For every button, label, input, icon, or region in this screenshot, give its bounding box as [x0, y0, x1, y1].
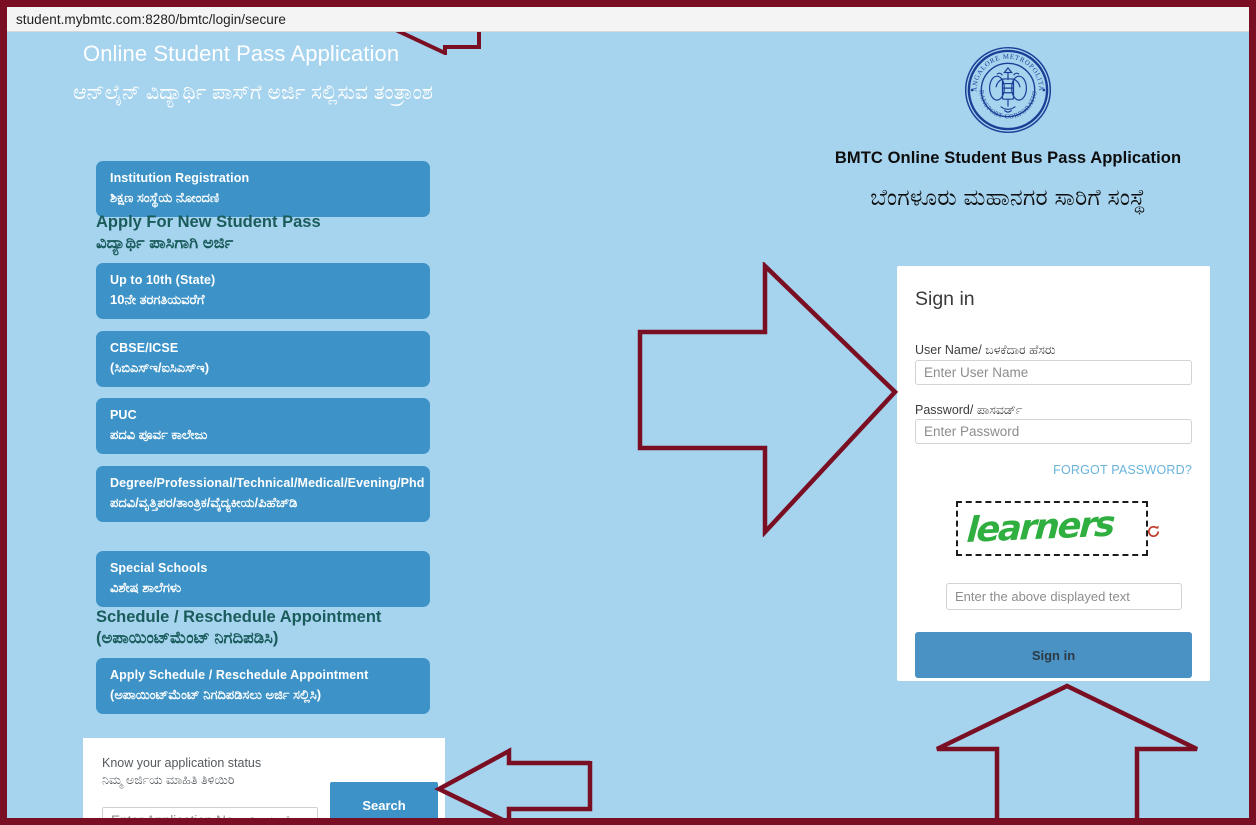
signin-submit-button[interactable]: Sign in	[915, 632, 1192, 678]
application-status-card: Know your application status ನಿಮ್ಮ ಅರ್ಜಿ…	[83, 738, 445, 818]
apply-new-pass-heading-kn: ವಿದ್ಯಾರ್ಥಿ ಪಾಸಿಗಾಗಿ ಅರ್ಜಿ	[96, 233, 234, 252]
password-input[interactable]	[915, 419, 1192, 444]
search-button[interactable]: Search	[330, 782, 438, 818]
application-number-input[interactable]	[102, 807, 318, 818]
pass-button-puc[interactable]: PUC ಪದವಿ ಪೂರ್ವ ಕಾಲೇಜು	[96, 398, 430, 455]
pass-button-cbse-icse-label-en: CBSE/ICSE	[110, 341, 179, 355]
captcha-text: learners	[965, 504, 1115, 551]
apply-schedule-appointment-button[interactable]: Apply Schedule / Reschedule Appointment …	[96, 658, 430, 715]
left-column: Online Student Pass Application ಆನ್‌ಲೈನ್…	[7, 32, 467, 818]
pass-button-cbse-icse-label-kn: (ಸಿಬಿಎಸ್‌ಇ/ಐಸಿಎಸ್‌ಇ)	[110, 359, 210, 375]
annotation-arrow-signin-card	[637, 262, 899, 537]
schedule-appointment-heading-en: Schedule / Reschedule Appointment	[96, 608, 382, 626]
signin-title: Sign in	[915, 288, 975, 310]
application-status-label-en: Know your application status	[102, 756, 262, 770]
apply-new-pass-heading: Apply For New Student Pass ವಿದ್ಯಾರ್ಥಿ ಪಾ…	[96, 212, 446, 255]
brand-title-kn: ಬೆಂಗಳೂರು ಮಹಾನಗರ ಸಾರಿಗೆ ಸಂಸ್ಥೆ	[870, 184, 1146, 210]
username-label: User Name/ ಬಳಕೆದಾರ ಹೆಸರು	[915, 343, 1056, 357]
apply-new-pass-heading-en: Apply For New Student Pass	[96, 213, 321, 231]
application-status-label: Know your application status ನಿಮ್ಮ ಅರ್ಜಿ…	[102, 755, 332, 789]
apply-schedule-appointment-label-kn: (ಅಪಾಯಿಂಟ್‌ಮೆಂಟ್ ನಿಗದಿಪಡಿಸಲು ಅರ್ಜಿ ಸಲ್ಲಿಸ…	[110, 686, 322, 702]
bmtc-seal-logo-icon: BANGALORE METROPOLITAN TRANSPORT CORPORA…	[959, 39, 1052, 134]
brand-title-en: BMTC Online Student Bus Pass Application	[834, 149, 1182, 167]
captcha-image: learners	[956, 501, 1148, 556]
refresh-icon[interactable]	[1146, 524, 1161, 539]
page-body: Online Student Pass Application ಆನ್‌ಲೈನ್…	[7, 32, 1249, 818]
schedule-appointment-heading-kn: (ಅಪಾಯಿಂಟ್‌ಮೆಂಟ್ ನಿಗದಿಪಡಿಸಿ)	[96, 628, 279, 647]
username-input[interactable]	[915, 360, 1192, 385]
pass-button-cbse-icse[interactable]: CBSE/ICSE (ಸಿಬಿಎಸ್‌ಇ/ಐಸಿಎಸ್‌ಇ)	[96, 331, 430, 388]
schedule-appointment-heading: Schedule / Reschedule Appointment (ಅಪಾಯಿ…	[96, 607, 446, 650]
pass-button-up-to-10th-label-en: Up to 10th (State)	[110, 273, 216, 287]
pass-button-degree-professional-label-kn: ಪದವಿ/ವೃತ್ತಿಪರ/ತಾಂತ್ರಿಕ/ವೈದ್ಯಕೀಯ/ಪಿಹೆಚ್‌ಡ…	[110, 494, 298, 510]
application-status-label-kn: ನಿಮ್ಮ ಅರ್ಜಿಯ ಮಾಹಿತಿ ತಿಳಿಯಿರಿ	[102, 772, 235, 787]
captcha-input[interactable]	[946, 583, 1182, 610]
institution-registration-button[interactable]: Institution Registration ಶಿಕ್ಷಣ ಸಂಸ್ಥೆಯ …	[96, 161, 430, 218]
password-label: Password/ ಪಾಸವರ್ಡ್	[915, 403, 1023, 417]
pass-button-degree-professional-label-en: Degree/Professional/Technical/Medical/Ev…	[110, 476, 425, 490]
pass-button-special-schools-label-en: Special Schools	[110, 561, 208, 575]
signin-card: Sign in User Name/ ಬಳಕೆದಾರ ಹೆಸರು Passwor…	[897, 266, 1210, 681]
brand-header: BANGALORE METROPOLITAN TRANSPORT CORPORA…	[767, 39, 1249, 211]
pass-button-puc-label-kn: ಪದವಿ ಪೂರ್ವ ಕಾಲೇಜು	[110, 426, 208, 442]
apply-schedule-appointment-label-en: Apply Schedule / Reschedule Appointment	[110, 668, 369, 682]
pass-button-degree-professional[interactable]: Degree/Professional/Technical/Medical/Ev…	[96, 466, 430, 523]
pass-button-special-schools[interactable]: Special Schools ವಿಶೇಷ ಶಾಲೆಗಳು	[96, 551, 430, 608]
annotation-arrow-signin-button	[936, 683, 1198, 818]
pass-button-up-to-10th-label-kn: 10ನೇ ತರಗತಿಯವರೆಗೆ	[110, 291, 205, 307]
app-title-kn: ಆನ್‌ಲೈನ್ ವಿದ್ಯಾರ್ಥಿ ಪಾಸ್‌ಗೆ ಅರ್ಜಿ ಸಲ್ಲಿಸ…	[73, 81, 433, 104]
pass-button-special-schools-label-kn: ವಿಶೇಷ ಶಾಲೆಗಳು	[110, 579, 182, 595]
pass-button-puc-label-en: PUC	[110, 408, 137, 422]
institution-registration-label-kn: ಶಿಕ್ಷಣ ಸಂಸ್ಥೆಯ ನೋಂದಣಿ	[110, 189, 220, 205]
pass-button-up-to-10th[interactable]: Up to 10th (State) 10ನೇ ತರಗತಿಯವರೆಗೆ	[96, 263, 430, 320]
app-title-en: Online Student Pass Application	[83, 41, 400, 66]
institution-registration-label-en: Institution Registration	[110, 171, 250, 185]
browser-url-bar[interactable]: student.mybmtc.com:8280/bmtc/login/secur…	[7, 7, 1249, 32]
url-text: student.mybmtc.com:8280/bmtc/login/secur…	[16, 11, 286, 27]
screenshot-root: student.mybmtc.com:8280/bmtc/login/secur…	[0, 0, 1256, 825]
forgot-password-link[interactable]: FORGOT PASSWORD?	[1053, 463, 1192, 477]
